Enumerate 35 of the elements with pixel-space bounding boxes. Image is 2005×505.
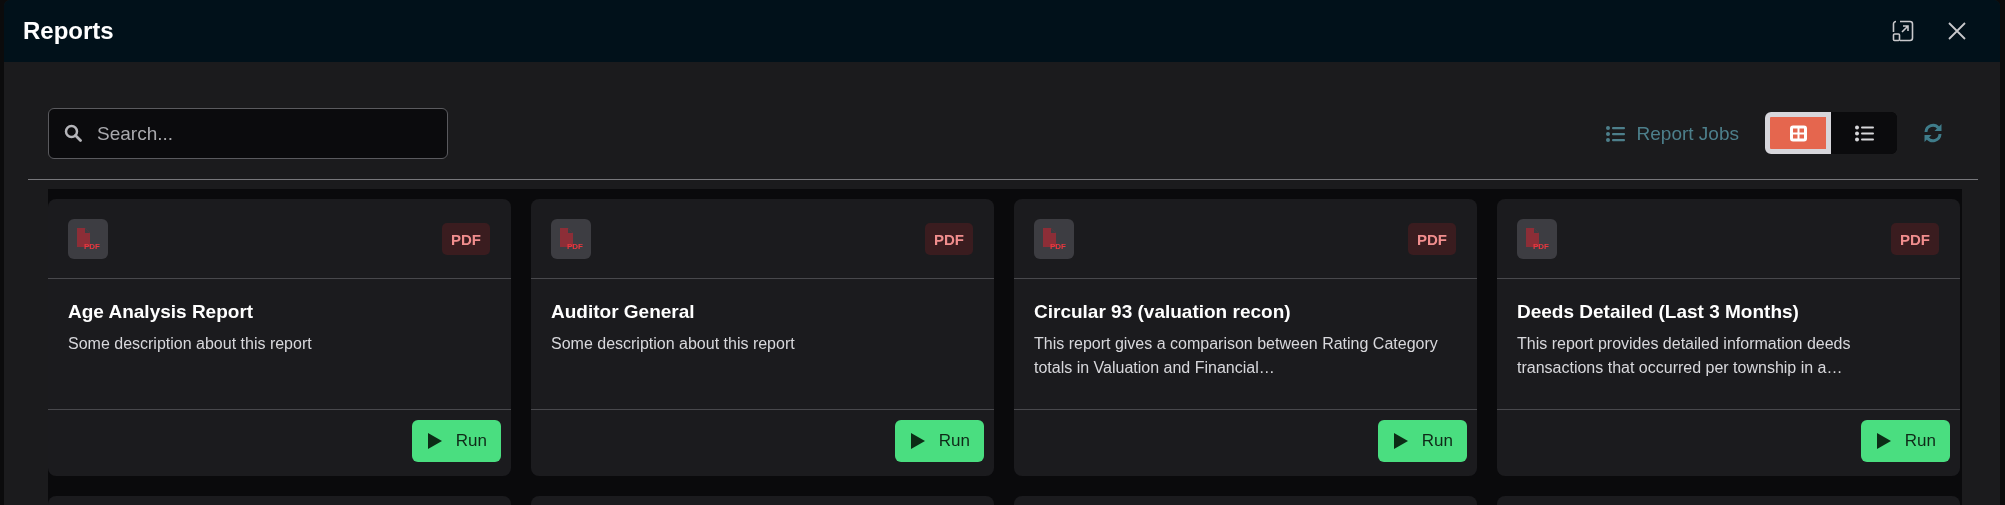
window-title: Reports bbox=[23, 17, 115, 45]
pdf-file-icon: PDF bbox=[551, 219, 591, 259]
file-type-badge: PDF bbox=[1408, 223, 1456, 255]
play-icon bbox=[910, 433, 925, 449]
list-icon bbox=[1854, 124, 1874, 142]
file-type-badge: PDF bbox=[1891, 223, 1939, 255]
pdf-file-icon: PDF bbox=[1034, 219, 1074, 259]
pdf-file-icon: PDF bbox=[68, 219, 108, 259]
run-button[interactable]: Run bbox=[411, 420, 501, 462]
popout-icon[interactable] bbox=[1892, 20, 1914, 42]
grid-icon bbox=[1788, 124, 1808, 142]
pdf-file-icon: PDF bbox=[1517, 219, 1557, 259]
search-field[interactable]: Search... bbox=[48, 108, 448, 159]
view-toggle-button[interactable] bbox=[1765, 112, 1831, 154]
list-icon bbox=[1605, 126, 1625, 142]
report-description: This report gives a comparison between Rating Category totals in Valuation and Financial… bbox=[1034, 334, 1439, 378]
play-icon bbox=[1393, 433, 1408, 449]
report-description: Some description about this report bbox=[551, 334, 796, 354]
report-title: Deeds Detailed (Last 3 Months) bbox=[1517, 301, 1800, 323]
file-type-badge: PDF bbox=[925, 223, 973, 255]
close-icon[interactable] bbox=[1948, 22, 1966, 40]
report-description: This report provides detailed information deeds transactions that occurred per township in a… bbox=[1517, 334, 1852, 378]
play-icon bbox=[427, 433, 442, 449]
report-description: Some description about this report bbox=[68, 334, 313, 354]
report-title: Circular 93 (valuation recon) bbox=[1034, 301, 1292, 323]
run-button[interactable]: Run bbox=[894, 420, 984, 462]
play-icon bbox=[1876, 433, 1891, 449]
report-title: Auditor General bbox=[551, 301, 696, 323]
report-title: Age Analysis Report bbox=[68, 301, 255, 323]
refresh-icon[interactable] bbox=[1923, 123, 1943, 143]
run-button[interactable]: Run bbox=[1377, 420, 1467, 462]
report-jobs-link[interactable]: Report Jobs bbox=[1605, 119, 1739, 149]
file-type-badge: PDF bbox=[442, 223, 490, 255]
run-button[interactable]: Run bbox=[1860, 420, 1950, 462]
search-icon bbox=[64, 124, 82, 142]
